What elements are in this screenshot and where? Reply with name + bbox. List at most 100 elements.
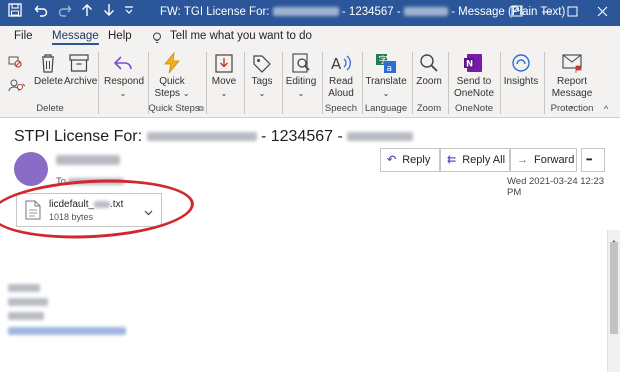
ignore-icon[interactable]: [8, 54, 22, 73]
group-divider: [500, 52, 501, 114]
forward-label: Forward: [534, 154, 575, 166]
reply-icon: ↶: [387, 154, 397, 166]
tab-help[interactable]: Help: [108, 30, 132, 42]
chevron-down-icon: ⌄: [297, 89, 305, 98]
redacted-text: [146, 132, 257, 142]
chevron-down-icon: ⌄: [119, 89, 127, 98]
arrow-up-icon[interactable]: [78, 3, 96, 21]
group-divider: [282, 52, 283, 114]
menu-tabs: File Message Help Tell me what you want …: [0, 26, 620, 48]
group-label-speech: Speech: [324, 103, 358, 114]
avatar[interactable]: [14, 152, 48, 186]
reply-all-label: Reply All: [462, 154, 506, 166]
tell-me-search[interactable]: Tell me what you want to do: [170, 30, 312, 42]
reply-all-icon: ⇇: [447, 154, 457, 166]
quick-steps-label-line2: Steps: [154, 88, 181, 99]
group-label-quick-steps: Quick Steps: [148, 103, 200, 114]
move-button[interactable]: Move ⌄: [210, 52, 238, 100]
group-label-delete: Delete: [36, 103, 64, 114]
read-aloud-label-line1: Read: [329, 76, 353, 87]
insights-label: Insights: [503, 76, 539, 87]
lightbulb-icon: [152, 31, 162, 49]
group-label-zoom: Zoom: [416, 103, 442, 114]
message-subject: STPI License For: - 1234567 -: [14, 128, 414, 146]
group-label-language: Language: [364, 103, 408, 114]
delete-label: Delete: [34, 76, 63, 87]
insights-button[interactable]: Insights: [502, 52, 540, 88]
sender-name: [56, 155, 120, 165]
tags-button[interactable]: Tags ⌄: [248, 52, 276, 100]
chevron-down-icon: ⌄: [258, 89, 266, 98]
tab-file[interactable]: File: [14, 30, 33, 42]
redacted-text: [272, 7, 339, 17]
redacted-text: [403, 7, 448, 17]
report-message-label-line2: Message: [551, 88, 593, 99]
archive-label: Archive: [64, 76, 98, 87]
editing-button[interactable]: Editing ⌄: [284, 52, 318, 100]
group-label-protection: Protection: [550, 103, 594, 114]
translate-label: Translate: [365, 76, 407, 87]
group-divider: [206, 52, 207, 114]
group-divider: [98, 52, 99, 114]
chevron-down-icon: ⌄: [182, 89, 190, 98]
close-icon[interactable]: [582, 0, 620, 26]
zoom-button[interactable]: Zoom: [414, 52, 444, 88]
svg-text:A: A: [331, 55, 342, 73]
reply-button[interactable]: ↶ Reply: [380, 148, 440, 172]
scrollbar[interactable]: [607, 230, 620, 372]
svg-text:N: N: [466, 60, 473, 70]
redacted-link[interactable]: [8, 327, 126, 335]
group-label-onenote: OneNote: [454, 103, 494, 114]
more-actions-button[interactable]: •••: [581, 148, 605, 172]
send-to-onenote-button[interactable]: N Send to OneNote: [452, 52, 496, 100]
group-divider: [412, 52, 413, 114]
reply-label: Reply: [402, 154, 431, 166]
translate-button[interactable]: 字a Translate ⌄: [364, 52, 408, 100]
quick-steps-button[interactable]: Quick Steps ⌄: [152, 52, 192, 100]
message-timestamp: Wed 2021-03-24 12:23 PM: [507, 176, 605, 198]
redacted-text: [8, 298, 48, 306]
read-aloud-label-line2: Aloud: [328, 88, 354, 99]
arrow-down-icon[interactable]: [100, 3, 118, 21]
redacted-text: [347, 132, 414, 142]
quick-steps-label-line1: Quick: [159, 76, 185, 87]
move-label: Move: [211, 76, 237, 87]
customize-toolbar-icon[interactable]: [120, 3, 138, 21]
ribbon: Delete Archive Delete Respond ⌄ Quick St…: [0, 48, 620, 118]
scroll-thumb[interactable]: [610, 242, 618, 334]
redo-icon[interactable]: [56, 3, 74, 21]
title-bar: FW: TGI License For: - 1234567 - - Messa…: [0, 0, 620, 26]
junk-icon[interactable]: [8, 78, 26, 97]
forward-icon: →: [517, 154, 528, 166]
forward-button[interactable]: → Forward: [510, 148, 577, 172]
group-divider: [448, 52, 449, 114]
tab-message[interactable]: Message: [52, 30, 99, 45]
subject-number: - 1234567 -: [260, 128, 343, 145]
respond-button[interactable]: Respond ⌄: [104, 52, 145, 100]
dialog-launcher-icon[interactable]: ⧉: [198, 104, 204, 114]
send-to-onenote-label-line2: OneNote: [453, 88, 495, 99]
redacted-text: [8, 284, 40, 292]
editing-label: Editing: [285, 76, 317, 87]
respond-label: Respond: [104, 76, 145, 87]
delete-button[interactable]: Delete: [34, 52, 63, 88]
read-aloud-button[interactable]: A Read Aloud: [326, 52, 356, 100]
window-title-number: - 1234567 -: [341, 6, 401, 18]
chevron-down-icon: ⌄: [382, 89, 390, 98]
report-message-label-line1: Report: [556, 76, 587, 87]
redacted-text: [8, 312, 44, 320]
undo-icon[interactable]: [32, 3, 50, 21]
reply-all-button[interactable]: ⇇ Reply All: [440, 148, 510, 172]
zoom-label: Zoom: [416, 76, 442, 87]
window-title-prefix: FW: TGI License For:: [160, 6, 270, 18]
archive-button[interactable]: Archive: [64, 52, 98, 88]
group-divider: [244, 52, 245, 114]
collapse-ribbon-icon[interactable]: ^: [604, 104, 608, 114]
subject-prefix: STPI License For:: [14, 128, 143, 145]
chevron-down-icon: ⌄: [220, 89, 228, 98]
tags-label: Tags: [251, 76, 273, 87]
save-icon[interactable]: [6, 3, 24, 21]
group-divider: [544, 52, 545, 114]
svg-text:a: a: [387, 64, 393, 74]
send-to-onenote-label-line1: Send to: [456, 76, 492, 87]
